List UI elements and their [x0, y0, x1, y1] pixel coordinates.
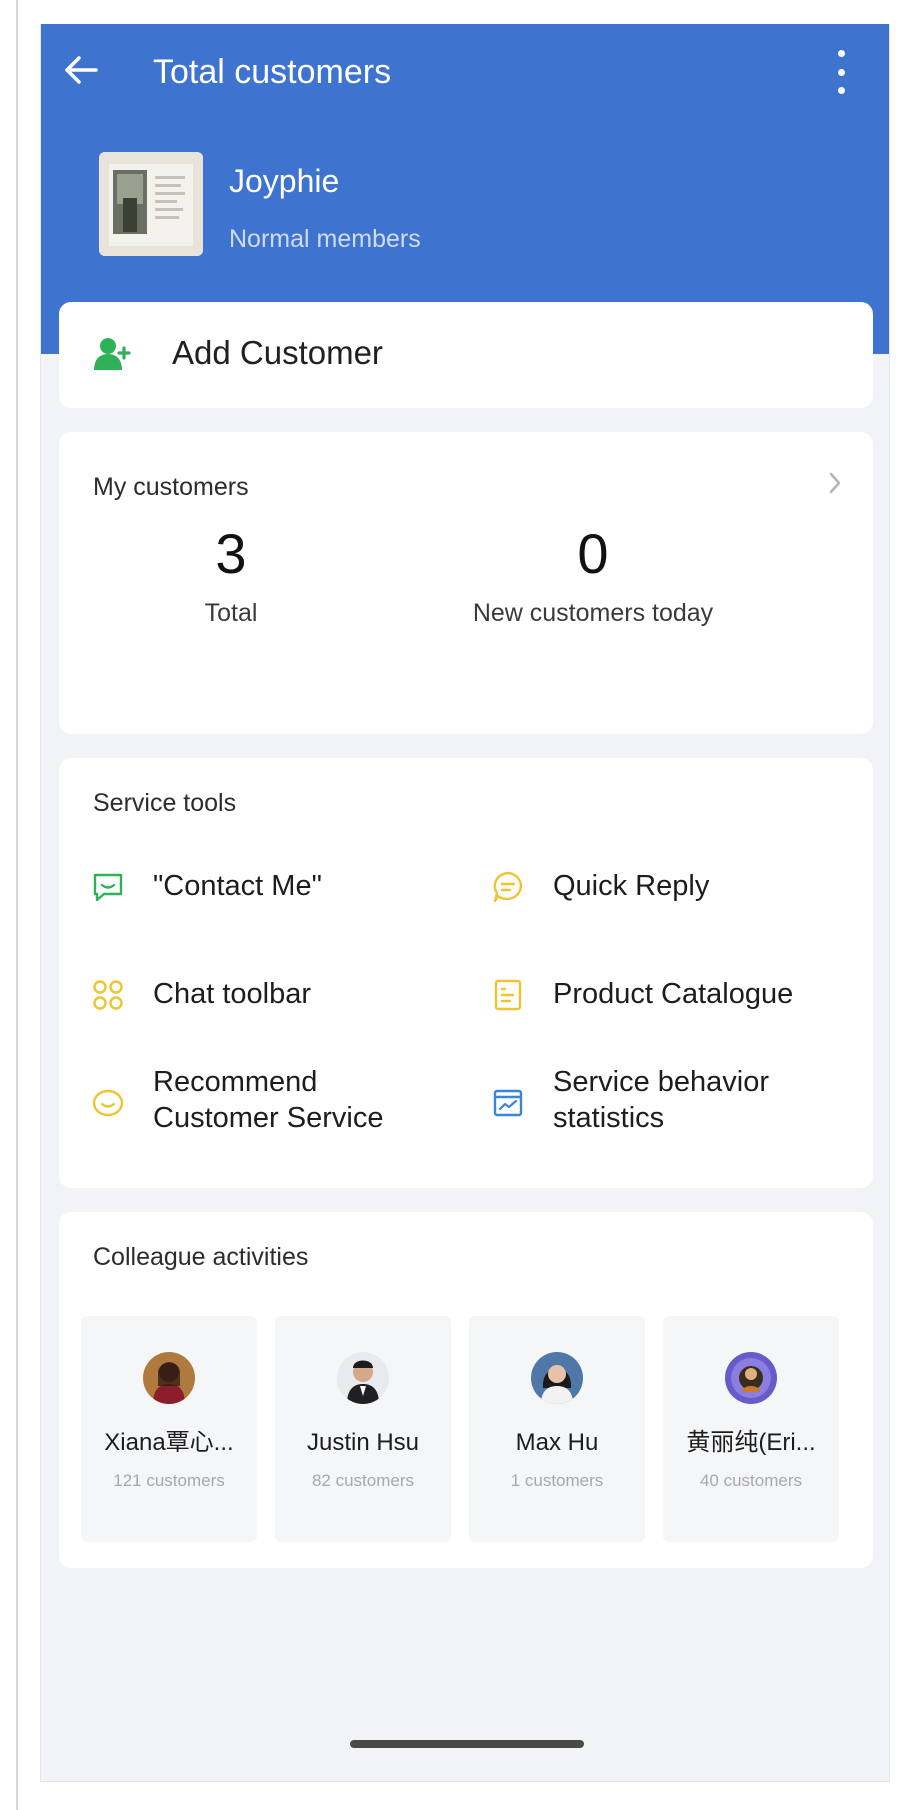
colleague-card[interactable]: Xiana覃心... 121 customers: [81, 1316, 257, 1542]
new-today-label: New customers today: [472, 599, 714, 627]
phone-screen: Total customers Joyphie Normal members A…: [40, 24, 890, 1782]
my-customers-title: My customers: [93, 473, 249, 501]
tool-label: Product Catalogue: [553, 978, 794, 1010]
tool-label: Quick Reply: [553, 870, 710, 902]
recommend-service-icon: [92, 1089, 124, 1117]
new-today-value: 0: [577, 522, 609, 585]
tool-service-statistics[interactable]: Service behavior statistics: [469, 1052, 863, 1152]
avatar-image: [99, 152, 203, 256]
user-name: Joyphie: [229, 163, 340, 199]
tool-label: Chat toolbar: [153, 978, 311, 1010]
catalogue-icon: [494, 979, 522, 1011]
user-avatar[interactable]: [99, 152, 203, 256]
colleague-activities-card: Colleague activities Xiana覃心... 121 cust…: [59, 1212, 873, 1568]
tool-label: "Contact Me": [153, 870, 322, 902]
more-menu-button[interactable]: [823, 46, 859, 98]
screen: Total customers Joyphie Normal members A…: [0, 0, 908, 1810]
tool-label-line2: statistics: [553, 1102, 665, 1134]
colleague-activities-title: Colleague activities: [93, 1243, 309, 1271]
tool-label-line2: Customer Service: [153, 1102, 384, 1134]
colleague-card[interactable]: Max Hu 1 customers: [469, 1316, 645, 1542]
arrow-left-icon: [65, 56, 98, 84]
chevron-right-icon[interactable]: [825, 470, 845, 496]
total-label: Total: [204, 599, 258, 627]
colleague-avatar: [725, 1352, 777, 1404]
tool-product-catalogue[interactable]: Product Catalogue: [469, 944, 863, 1044]
home-indicator[interactable]: [350, 1740, 584, 1748]
add-customer-label: Add Customer: [172, 334, 383, 371]
colleague-customer-count: 82 customers: [311, 1471, 415, 1490]
colleague-customer-count: 40 customers: [699, 1471, 803, 1490]
tool-quick-reply[interactable]: Quick Reply: [469, 836, 863, 936]
colleague-avatar: [531, 1352, 583, 1404]
total-value: 3: [215, 522, 247, 585]
back-button[interactable]: [59, 48, 103, 92]
toolbar-icon: [93, 980, 123, 1010]
tool-label-line1: Service behavior: [553, 1066, 769, 1098]
colleague-name: 黄丽纯(Eri...: [686, 1429, 816, 1456]
contact-chat-icon: [93, 873, 123, 902]
user-role: Normal members: [229, 225, 421, 253]
colleague-customer-count: 1 customers: [510, 1471, 604, 1490]
colleague-name: Justin Hsu: [306, 1429, 420, 1456]
add-user-icon: [94, 338, 131, 370]
my-customers-card[interactable]: My customers 3 Total 0 New customers tod…: [59, 432, 873, 734]
add-customer-button[interactable]: Add Customer: [59, 302, 873, 408]
quick-reply-icon: [493, 871, 523, 903]
tool-contact-me[interactable]: "Contact Me": [69, 836, 463, 936]
colleague-avatar: [337, 1352, 389, 1404]
tool-chat-toolbar[interactable]: Chat toolbar: [69, 944, 463, 1044]
colleague-name: Xiana覃心...: [104, 1429, 234, 1456]
colleague-avatar: [143, 1352, 195, 1404]
statistics-icon: [493, 1089, 523, 1117]
left-border: [16, 0, 18, 1810]
more-vertical-icon: [837, 50, 845, 57]
tool-recommend-service[interactable]: Recommend Customer Service: [69, 1052, 463, 1152]
colleague-card[interactable]: Justin Hsu 82 customers: [275, 1316, 451, 1542]
colleague-card[interactable]: 黄丽纯(Eri... 40 customers: [663, 1316, 839, 1542]
service-tools-card: Service tools "Contact Me" Quick Reply C…: [59, 758, 873, 1188]
service-tools-title: Service tools: [93, 789, 237, 817]
colleague-name: Max Hu: [515, 1429, 599, 1456]
colleague-customer-count: 121 customers: [113, 1471, 225, 1490]
tool-label-line1: Recommend: [153, 1066, 318, 1098]
page-title: Total customers: [153, 53, 392, 91]
